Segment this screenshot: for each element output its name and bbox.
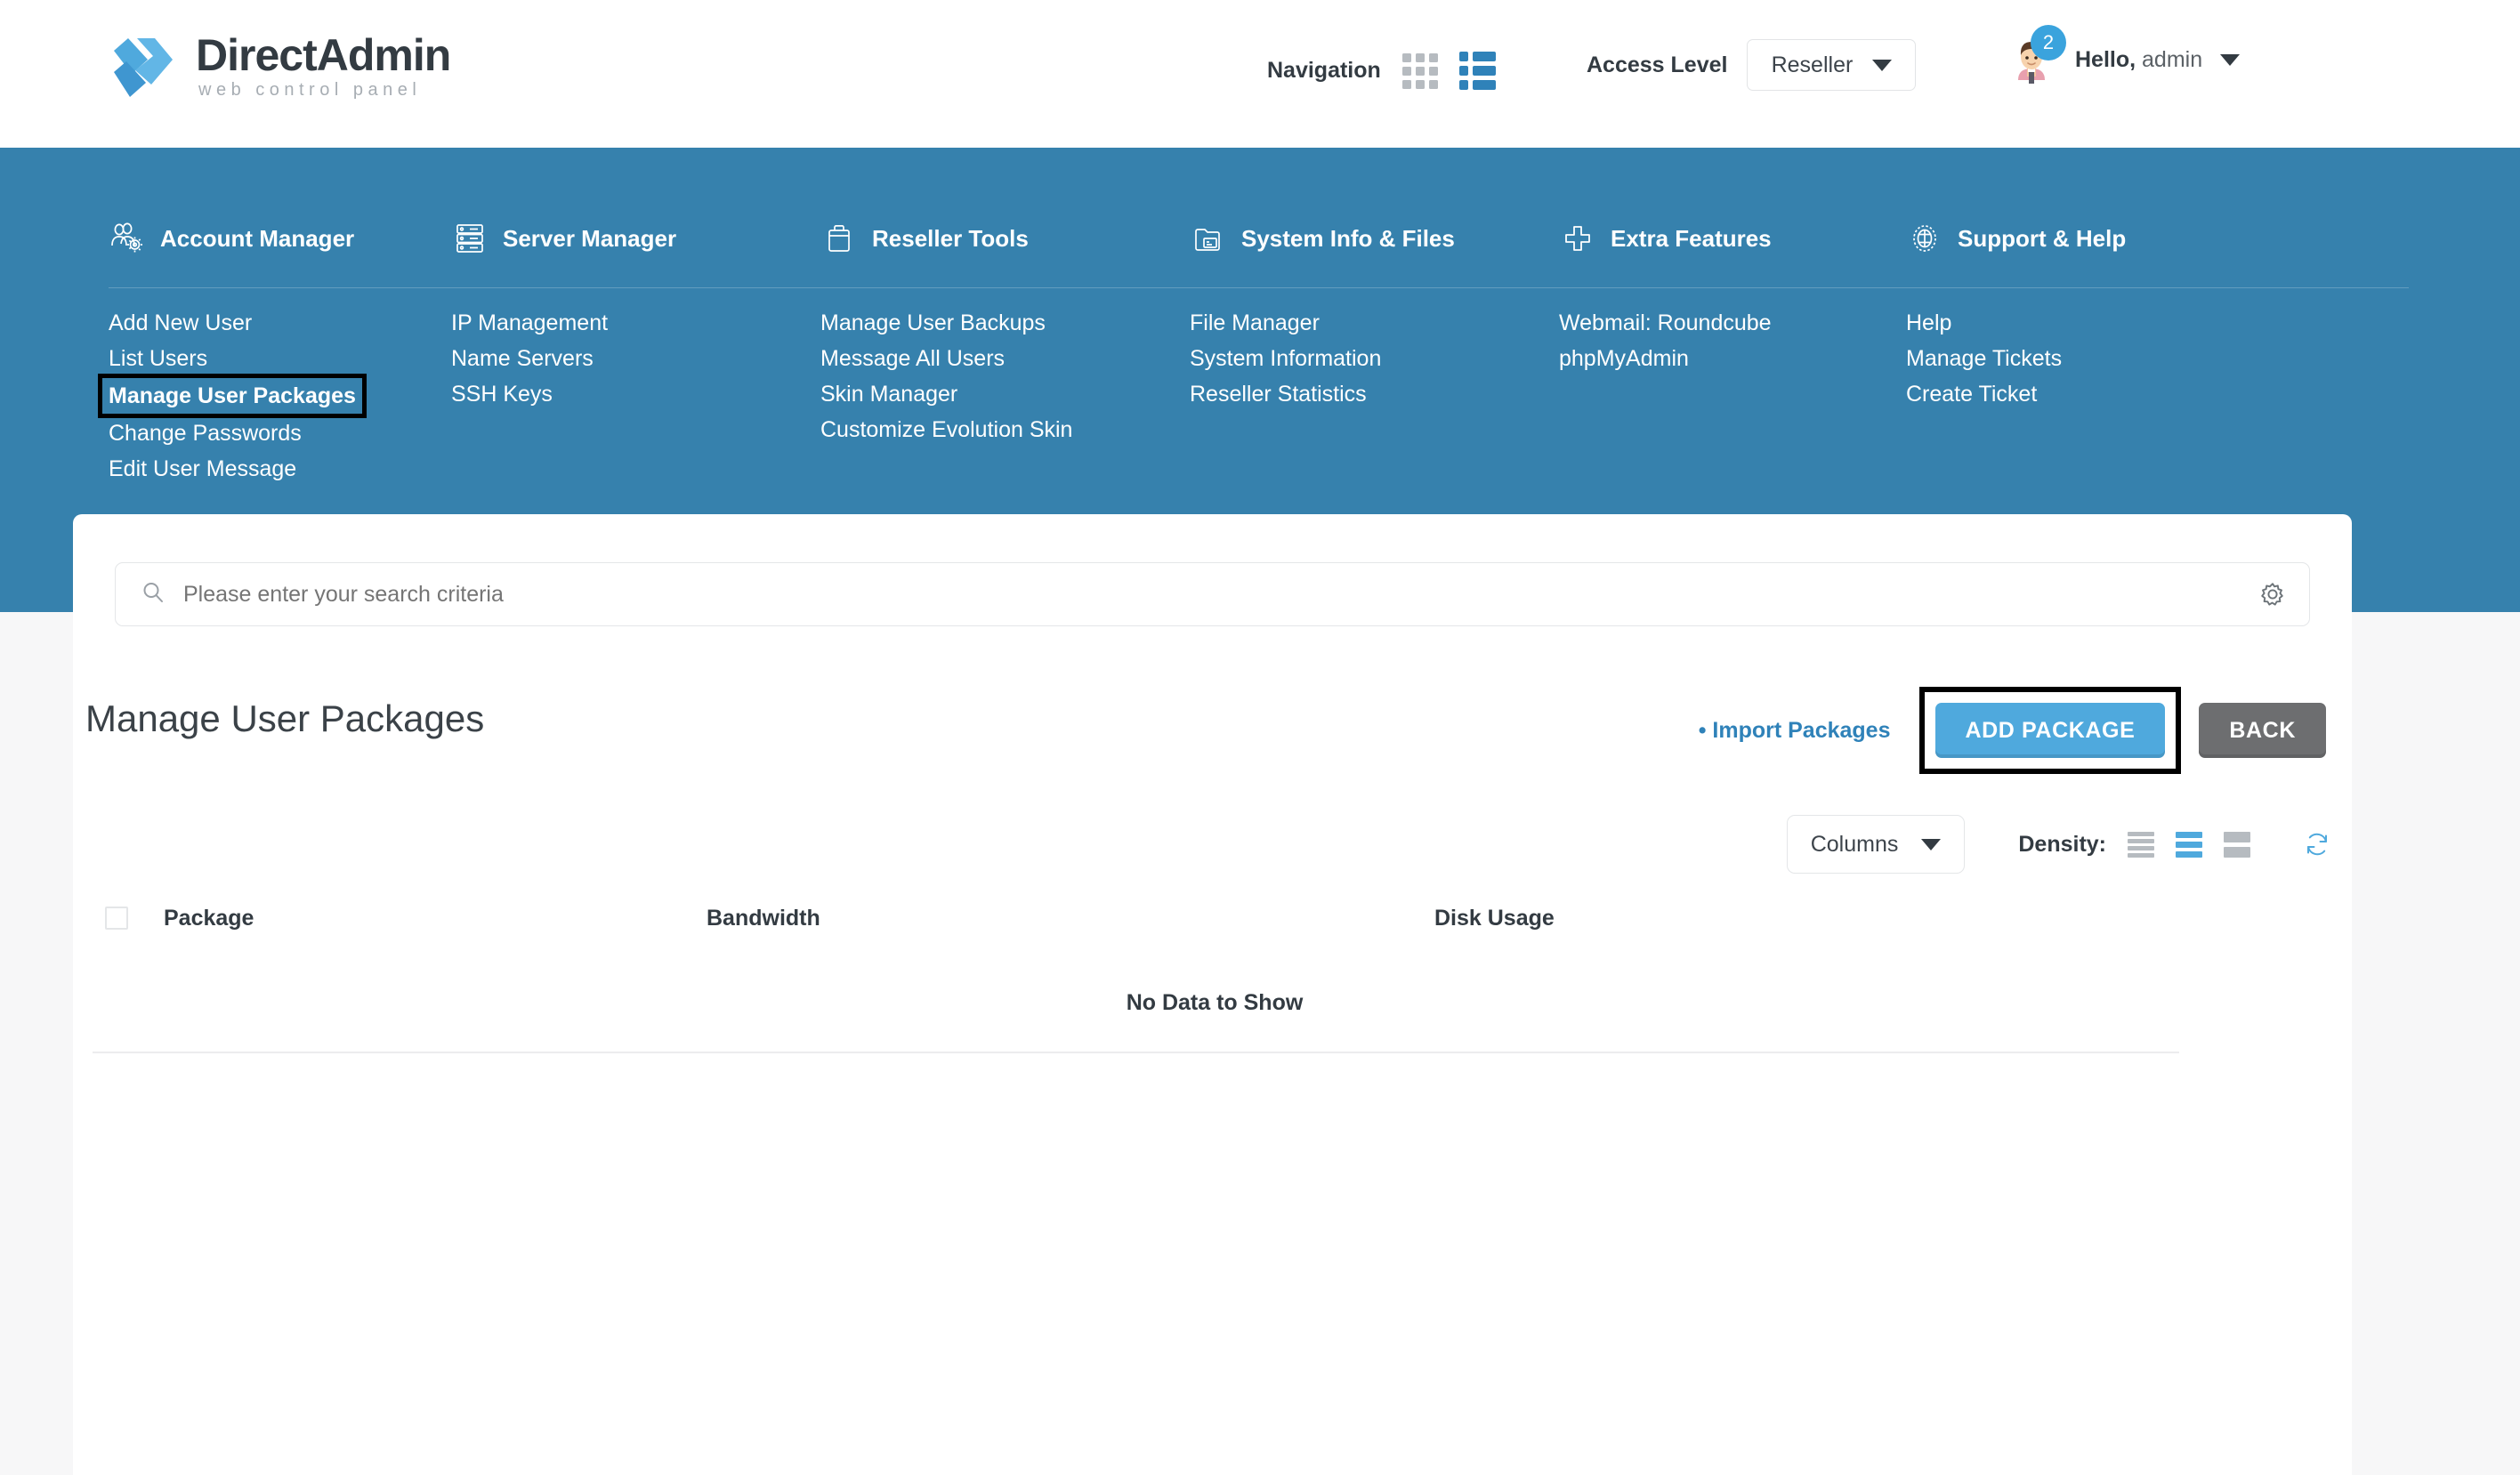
nav-column-title: System Info & Files (1241, 224, 1455, 252)
nav-link-file-manager[interactable]: File Manager (1190, 307, 1320, 339)
nav-link-help[interactable]: Help (1906, 307, 1951, 339)
content-card: Manage User Packages • Import Packages A… (73, 514, 2352, 1475)
folder-file-icon (1190, 220, 1227, 257)
nav-link-message-all-users[interactable]: Message All Users (820, 343, 1005, 375)
nav-link-manage-tickets[interactable]: Manage Tickets (1906, 343, 2062, 375)
search-icon (141, 580, 166, 609)
density-standard-icon[interactable] (2176, 831, 2202, 858)
nav-links-extra-features: Webmail: Roundcube phpMyAdmin (1559, 307, 1906, 375)
table-header-row: Package Bandwidth Disk Usage (93, 883, 2337, 954)
column-header-disk-usage[interactable]: Disk Usage (1434, 906, 1879, 931)
nav-column-support-help: Support & Help Help Manage Tickets Creat… (1906, 148, 2253, 485)
list-view-icon[interactable] (1458, 52, 1496, 90)
nav-link-list-users[interactable]: List Users (109, 343, 207, 375)
user-greeting: Hello, admin (2075, 47, 2202, 73)
nav-links-system-info-files: File Manager System Information Reseller… (1190, 307, 1559, 410)
column-header-package[interactable]: Package (164, 906, 707, 931)
nav-link-ssh-keys[interactable]: SSH Keys (451, 378, 553, 410)
nav-link-manage-user-backups[interactable]: Manage User Backups (820, 307, 1046, 339)
search-row (115, 562, 2310, 626)
nav-column-system-info-files: System Info & Files File Manager System … (1190, 148, 1559, 485)
density-compact-icon[interactable] (2128, 831, 2154, 858)
nav-links-account-manager: Add New User List Users Manage User Pack… (98, 307, 451, 485)
nav-link-skin-manager[interactable]: Skin Manager (820, 378, 957, 410)
notification-badge: 2 (2031, 25, 2066, 60)
nav-link-phpmyadmin[interactable]: phpMyAdmin (1559, 343, 1689, 375)
packages-table: Package Bandwidth Disk Usage No Data to … (93, 883, 2337, 1053)
access-level-label: Access Level (1587, 52, 1728, 77)
nav-columns: Account Manager Add New User List Users … (0, 148, 2520, 485)
chevron-down-icon[interactable] (2220, 53, 2241, 66)
grid-view-icon[interactable] (1401, 52, 1438, 89)
nav-links-server-manager: IP Management Name Servers SSH Keys (451, 307, 820, 410)
back-button[interactable]: BACK (2199, 703, 2326, 758)
top-header-bar: DirectAdmin web control panel Navigation… (0, 0, 2520, 148)
nav-link-add-new-user[interactable]: Add New User (109, 307, 252, 339)
logo-subtitle: web control panel (198, 80, 422, 100)
navigation-label: Navigation (1267, 58, 1381, 83)
density-label: Density: (2018, 831, 2106, 857)
search-container[interactable] (115, 562, 2310, 626)
greeting-prefix: Hello, (2075, 46, 2136, 72)
density-controls: Density: (2018, 829, 2332, 859)
refresh-icon[interactable] (2302, 829, 2332, 859)
nav-column-account-manager: Account Manager Add New User List Users … (98, 148, 451, 485)
avatar: 2 (2006, 25, 2066, 85)
nav-column-title: Support & Help (1958, 224, 2127, 252)
directadmin-logo[interactable]: DirectAdmin web control panel (105, 30, 451, 102)
import-packages-link[interactable]: • Import Packages (1699, 718, 1891, 744)
page-header: Manage User Packages • Import Packages A… (85, 687, 2346, 774)
table-toolbar: Columns Density: (1786, 815, 2332, 874)
page-action-buttons: • Import Packages ADD PACKAGE BACK (1699, 687, 2326, 774)
columns-button[interactable]: Columns (1786, 815, 1966, 874)
chevron-down-icon (1921, 838, 1942, 850)
add-package-button[interactable]: ADD PACKAGE (1934, 703, 2166, 758)
lifebuoy-icon (1906, 220, 1943, 257)
nav-column-extra-features: Extra Features Webmail: Roundcube phpMyA… (1559, 148, 1906, 485)
logo-chevron-icon (105, 31, 176, 102)
nav-column-title: Account Manager (160, 224, 355, 252)
select-all-checkbox[interactable] (105, 907, 128, 930)
navigation-view-switcher: Navigation (1267, 52, 1496, 90)
nav-column-reseller-tools: Reseller Tools Manage User Backups Messa… (820, 148, 1190, 485)
empty-state-message: No Data to Show (1126, 989, 1304, 1015)
plus-icon (1559, 220, 1596, 257)
density-comfortable-icon[interactable] (2224, 831, 2250, 858)
nav-links-support-help: Help Manage Tickets Create Ticket (1906, 307, 2253, 410)
nav-link-name-servers[interactable]: Name Servers (451, 343, 594, 375)
nav-link-ip-management[interactable]: IP Management (451, 307, 608, 339)
nav-links-reseller-tools: Manage User Backups Message All Users Sk… (820, 307, 1190, 446)
briefcase-icon (820, 220, 858, 257)
chevron-down-icon (1872, 59, 1893, 71)
nav-link-manage-user-packages[interactable]: Manage User Packages (98, 374, 367, 418)
nav-link-customize-evolution-skin[interactable]: Customize Evolution Skin (820, 414, 1072, 446)
column-header-bandwidth[interactable]: Bandwidth (707, 906, 1434, 931)
user-name: admin (2142, 46, 2203, 72)
nav-column-title: Reseller Tools (872, 224, 1029, 252)
nav-column-server-manager: Server Manager IP Management Name Server… (451, 148, 820, 485)
nav-link-reseller-statistics[interactable]: Reseller Statistics (1190, 378, 1367, 410)
nav-link-create-ticket[interactable]: Create Ticket (1906, 378, 2037, 410)
nav-link-edit-user-message[interactable]: Edit User Message (109, 453, 296, 485)
access-level-value: Reseller (1771, 52, 1854, 77)
access-level-control: Access Level Reseller (1587, 39, 1917, 91)
users-gear-icon (109, 220, 146, 257)
nav-link-webmail-roundcube[interactable]: Webmail: Roundcube (1559, 307, 1772, 339)
table-empty-state: No Data to Show (93, 954, 2337, 1052)
add-package-highlight: ADD PACKAGE (1918, 687, 2182, 774)
logo-title: DirectAdmin (196, 30, 451, 80)
server-rack-icon (451, 220, 489, 257)
user-menu[interactable]: 2 Hello, admin (2006, 25, 2241, 85)
search-settings-button[interactable] (2246, 568, 2299, 621)
nav-link-system-information[interactable]: System Information (1190, 343, 1381, 375)
columns-button-label: Columns (1810, 831, 1899, 857)
nav-column-title: Extra Features (1611, 224, 1772, 252)
search-input[interactable] (183, 581, 2141, 608)
access-level-select[interactable]: Reseller (1747, 39, 1917, 91)
table-bottom-divider (93, 1052, 2179, 1053)
nav-link-change-passwords[interactable]: Change Passwords (109, 417, 302, 449)
page-title: Manage User Packages (85, 697, 485, 739)
nav-column-title: Server Manager (503, 224, 677, 252)
